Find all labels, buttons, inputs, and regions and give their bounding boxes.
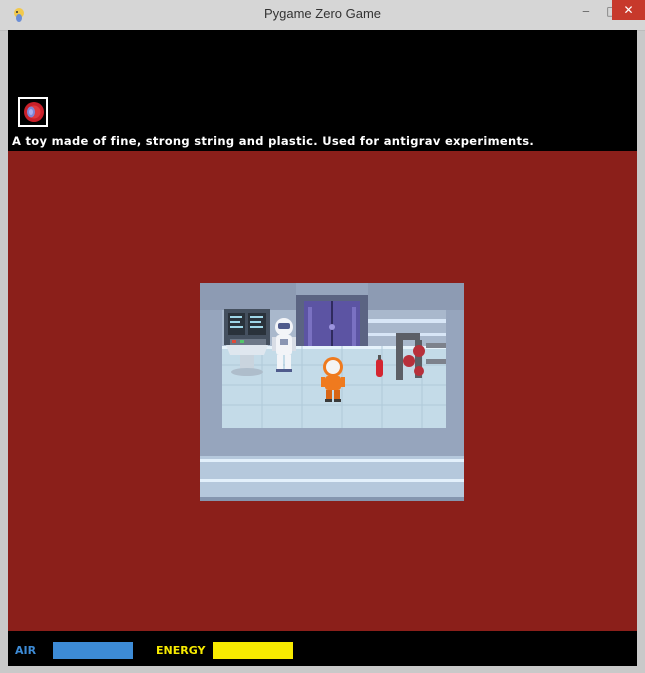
yoyo-icon [24, 102, 44, 122]
air-meter [53, 642, 133, 659]
minimize-button[interactable]: ‒ [572, 0, 600, 22]
game-window: Pygame Zero Game ‒ □ ✕ A toy made of fin… [0, 0, 645, 673]
title-bar[interactable]: Pygame Zero Game ‒ □ ✕ [0, 0, 645, 31]
play-area[interactable] [8, 151, 637, 631]
energy-meter [213, 642, 293, 659]
status-bar: AIR ENERGY [8, 631, 637, 666]
close-button[interactable]: ✕ [612, 0, 645, 20]
game-canvas[interactable]: A toy made of fine, strong string and pl… [8, 30, 637, 666]
energy-label: ENERGY [156, 644, 206, 657]
space-station-room [200, 283, 464, 501]
window-title: Pygame Zero Game [263, 6, 382, 21]
info-panel: A toy made of fine, strong string and pl… [8, 30, 637, 151]
selected-item-slot [18, 97, 48, 127]
sliding-door [304, 301, 360, 353]
air-label: AIR [15, 644, 37, 657]
item-description: A toy made of fine, strong string and pl… [12, 134, 535, 148]
